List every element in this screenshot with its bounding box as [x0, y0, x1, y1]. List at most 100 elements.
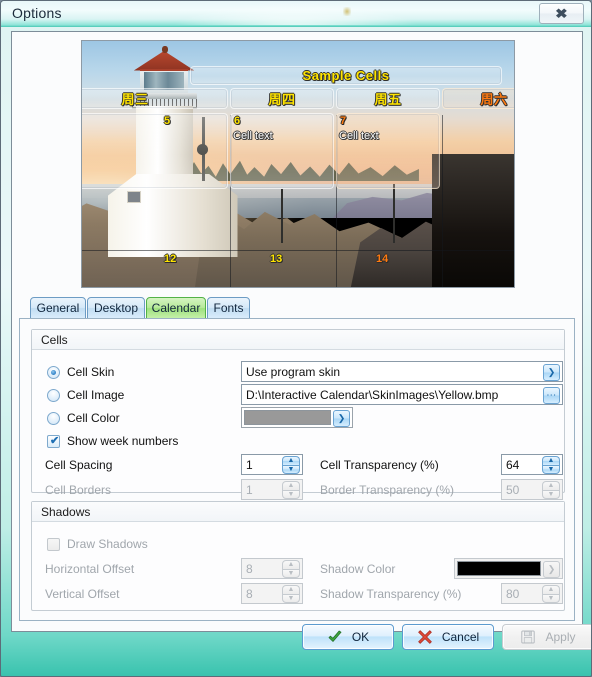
options-dialog-window: Options ✖ Sample Cells 周三 周四 周五 周六 5 6 C… [0, 0, 592, 677]
shadows-group-header: Shadows [32, 502, 564, 522]
cancel-button[interactable]: Cancel [402, 624, 494, 650]
title-bar: Options ✖ [1, 1, 591, 27]
preview-day-cell-weekend [336, 113, 440, 189]
cell-color-swatch [244, 410, 331, 425]
label-vertical-offset: Vertical Offset [45, 587, 120, 601]
ok-button[interactable]: OK [302, 624, 394, 650]
spinner-vertical-offset: 8 ▲ ▼ [241, 583, 303, 604]
spinner-shadow-transparency: 80 ▲ ▼ [501, 583, 563, 604]
preview-day-number-6: 6 [234, 115, 241, 127]
tab-panel-calendar: Cells Cell Skin Use program skin ❯ Cell … [19, 318, 591, 650]
spinner-up-icon[interactable]: ▲ [282, 456, 300, 465]
spinner-up-icon: ▲ [282, 585, 300, 594]
spinner-cell-borders-buttons: ▲ ▼ [282, 481, 300, 499]
shadows-group-box: Shadows Draw Shadows Horizontal Offset 8… [31, 501, 565, 611]
spinner-down-icon[interactable]: ▼ [282, 464, 300, 474]
grid-line-vertical [442, 115, 443, 287]
combo-cell-skin-value: Use program skin [246, 364, 341, 379]
chevron-down-icon: ❯ [543, 561, 560, 578]
spinner-horizontal-offset-buttons: ▲ ▼ [282, 560, 300, 578]
tab-desktop[interactable]: Desktop [87, 297, 145, 319]
label-border-transparency: Border Transparency (%) [320, 483, 455, 497]
tab-calendar[interactable]: Calendar [146, 297, 206, 319]
preview-cell-text-6: Cell text [233, 130, 273, 142]
spinner-shadow-transparency-buttons: ▲ ▼ [542, 585, 560, 603]
spinner-up-icon: ▲ [282, 481, 300, 490]
spinner-shadow-transparency-value: 80 [506, 586, 520, 601]
field-cell-image-path-value: D:\Interactive Calendar\SkinImages\Yello… [246, 387, 499, 402]
ok-button-label: OK [351, 630, 370, 644]
label-draw-shadows: Draw Shadows [67, 537, 148, 551]
apply-button: Apply [502, 624, 591, 650]
spinner-border-transparency-value: 50 [506, 482, 520, 497]
browse-icon[interactable]: ⋯ [543, 387, 560, 404]
preview-day-number-7: 7 [340, 115, 347, 127]
tab-general[interactable]: General [30, 297, 86, 319]
radio-cell-skin[interactable] [47, 366, 60, 379]
preview-title-cell-label: Sample Cells [302, 68, 390, 83]
label-cell-image: Cell Image [67, 388, 125, 402]
spinner-cell-borders-value: 1 [246, 482, 253, 497]
label-shadow-transparency: Shadow Transparency (%) [320, 587, 462, 601]
dialog-client-area: Sample Cells 周三 周四 周五 周六 5 6 Cell text 7 [11, 31, 591, 650]
cells-group-header: Cells [32, 330, 564, 350]
title-bar-sheen [171, 1, 421, 25]
preview-day-number-12: 12 [164, 253, 177, 265]
combo-cell-skin[interactable]: Use program skin ❯ [241, 361, 563, 382]
tab-fonts-label: Fonts [213, 301, 244, 315]
color-picker-cell-color[interactable]: ❯ [241, 407, 353, 428]
label-cell-transparency: Cell Transparency (%) [320, 458, 439, 472]
close-icon: ✖ [555, 6, 568, 21]
spinner-cell-spacing-buttons[interactable]: ▲ ▼ [282, 456, 300, 474]
spinner-down-icon[interactable]: ▼ [542, 464, 560, 474]
shadows-group-title: Shadows [41, 504, 91, 519]
spinner-up-icon: ▲ [542, 481, 560, 490]
chevron-down-icon[interactable]: ❯ [543, 364, 560, 381]
preview-header-label-sat: 周六 [480, 92, 508, 107]
spinner-up-icon: ▲ [282, 560, 300, 569]
preview-day-cell [82, 113, 228, 189]
close-button[interactable]: ✖ [539, 3, 584, 24]
preview-calendar-overlay: Sample Cells 周三 周四 周五 周六 5 6 Cell text 7 [82, 41, 514, 287]
tab-strip: General Desktop Calendar Fonts [19, 297, 575, 319]
cells-group-box: Cells Cell Skin Use program skin ❯ Cell … [31, 329, 565, 500]
chevron-down-icon[interactable]: ❯ [333, 410, 350, 427]
spinner-vertical-offset-value: 8 [246, 586, 253, 601]
field-cell-image-path[interactable]: D:\Interactive Calendar\SkinImages\Yello… [241, 384, 563, 405]
tab-desktop-label: Desktop [93, 301, 139, 315]
radio-cell-color[interactable] [47, 412, 60, 425]
save-floppy-icon [521, 630, 536, 644]
spinner-cell-spacing[interactable]: 1 ▲ ▼ [241, 454, 303, 475]
spinner-border-transparency-buttons: ▲ ▼ [542, 481, 560, 499]
spinner-up-icon[interactable]: ▲ [542, 456, 560, 465]
grid-line-horizontal [82, 250, 514, 251]
checkbox-show-week-numbers[interactable]: ✔ [47, 435, 60, 448]
spinner-border-transparency: 50 ▲ ▼ [501, 479, 563, 500]
calendar-preview[interactable]: Sample Cells 周三 周四 周五 周六 5 6 Cell text 7 [81, 40, 515, 288]
spinner-cell-spacing-value: 1 [246, 457, 253, 472]
radio-cell-image[interactable] [47, 389, 60, 402]
label-horizontal-offset: Horizontal Offset [45, 562, 135, 576]
cells-group-title: Cells [41, 332, 68, 347]
spinner-up-icon: ▲ [542, 585, 560, 594]
preview-day-number-14: 14 [376, 253, 389, 265]
tab-fonts[interactable]: Fonts [207, 297, 250, 319]
label-show-week-numbers: Show week numbers [67, 434, 179, 448]
spinner-down-icon: ▼ [282, 489, 300, 499]
check-mark-icon [328, 630, 342, 642]
spinner-down-icon: ▼ [542, 593, 560, 603]
spinner-down-icon: ▼ [542, 489, 560, 499]
spinner-horizontal-offset: 8 ▲ ▼ [241, 558, 303, 579]
preview-day-cell [230, 113, 334, 189]
preview-header-label-fri: 周五 [374, 92, 402, 107]
check-icon: ✔ [50, 435, 60, 447]
apply-button-label: Apply [545, 630, 576, 644]
label-cell-color: Cell Color [67, 411, 120, 425]
preview-cell-text-7: Cell text [339, 130, 379, 142]
spinner-cell-transparency[interactable]: 64 ▲ ▼ [501, 454, 563, 475]
label-shadow-color: Shadow Color [320, 562, 396, 576]
spinner-cell-transparency-buttons[interactable]: ▲ ▼ [542, 456, 560, 474]
title-bar-highlight-dot [343, 7, 351, 16]
spinner-down-icon: ▼ [282, 568, 300, 578]
radio-cell-skin-dot [51, 370, 56, 375]
